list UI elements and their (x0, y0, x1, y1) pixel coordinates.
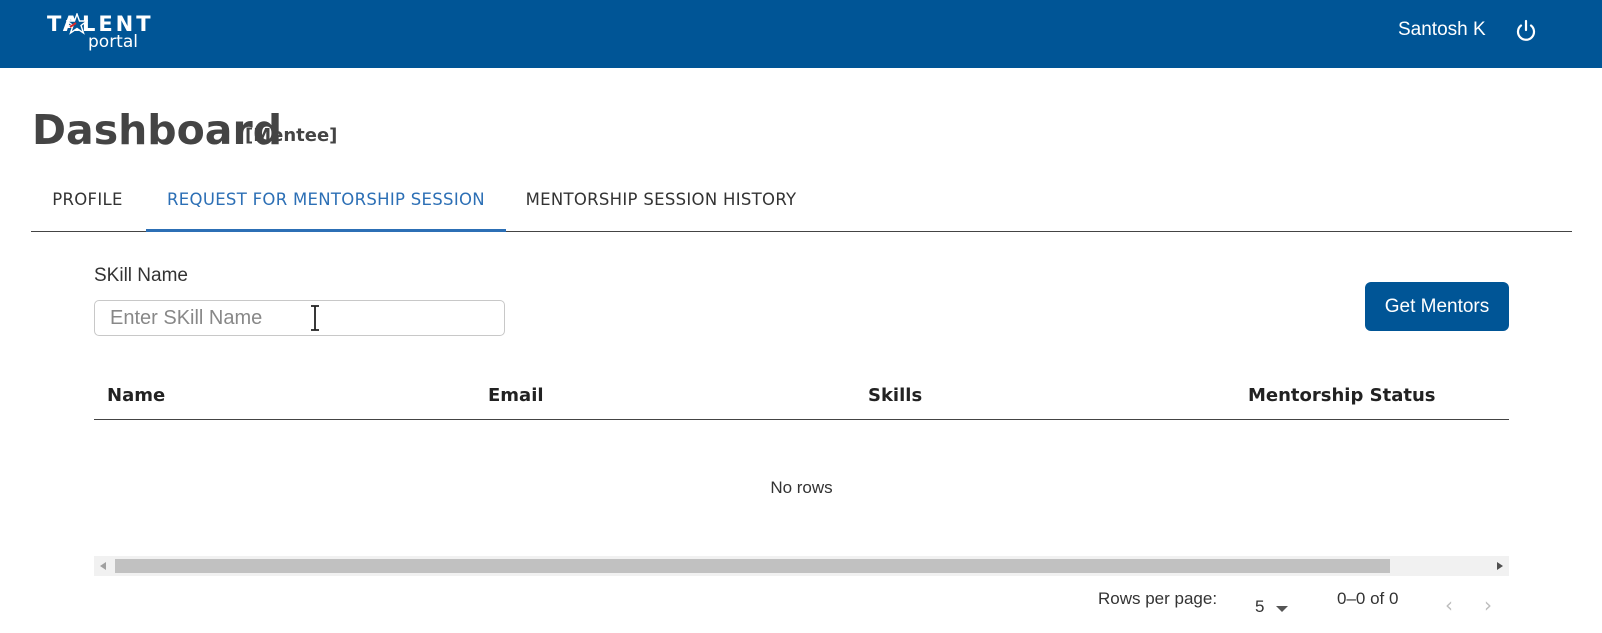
rows-per-page-label: Rows per page: (1098, 589, 1218, 608)
user-name[interactable]: Santosh K (1398, 19, 1486, 41)
column-header-name[interactable]: Name (107, 385, 165, 406)
horizontal-scrollbar[interactable] (94, 556, 1509, 576)
skill-name-input[interactable] (94, 300, 505, 336)
empty-table-message: No rows (770, 478, 833, 497)
text-cursor-icon (311, 305, 319, 331)
column-header-skills[interactable]: Skills (868, 385, 922, 406)
column-header-mentorship-status[interactable]: Mentorship Status (1248, 385, 1435, 406)
tab-bar: PROFILE REQUEST FOR MENTORSHIP SESSION M… (31, 174, 1572, 232)
scroll-right-icon[interactable] (1497, 562, 1503, 570)
table-header: Name Email Skills Mentorship Status (94, 372, 1509, 420)
mentors-table: Name Email Skills Mentorship Status No r… (94, 372, 1509, 622)
dropdown-caret-icon[interactable] (1276, 606, 1288, 612)
scroll-left-icon[interactable] (100, 562, 106, 570)
column-header-email[interactable]: Email (488, 385, 544, 406)
skill-name-label: SKill Name (94, 265, 188, 286)
scrollbar-thumb[interactable] (115, 559, 1390, 573)
tab-request-mentorship[interactable]: REQUEST FOR MENTORSHIP SESSION (146, 174, 506, 232)
logo-subtext: portal (88, 32, 138, 52)
next-page-button[interactable]: › (1477, 594, 1499, 618)
top-app-bar: TALENT portal Santosh K (0, 0, 1602, 68)
previous-page-button[interactable]: ‹ (1438, 594, 1460, 618)
role-label: [Mentee] (245, 125, 338, 146)
power-icon[interactable] (1513, 18, 1539, 44)
tab-profile[interactable]: PROFILE (31, 174, 144, 232)
tab-session-history[interactable]: MENTORSHIP SESSION HISTORY (506, 174, 816, 232)
talent-portal-logo[interactable]: TALENT portal (47, 12, 157, 54)
pagination-range: 0–0 of 0 (1337, 589, 1399, 608)
star-icon (66, 13, 88, 35)
get-mentors-button[interactable]: Get Mentors (1365, 282, 1509, 331)
